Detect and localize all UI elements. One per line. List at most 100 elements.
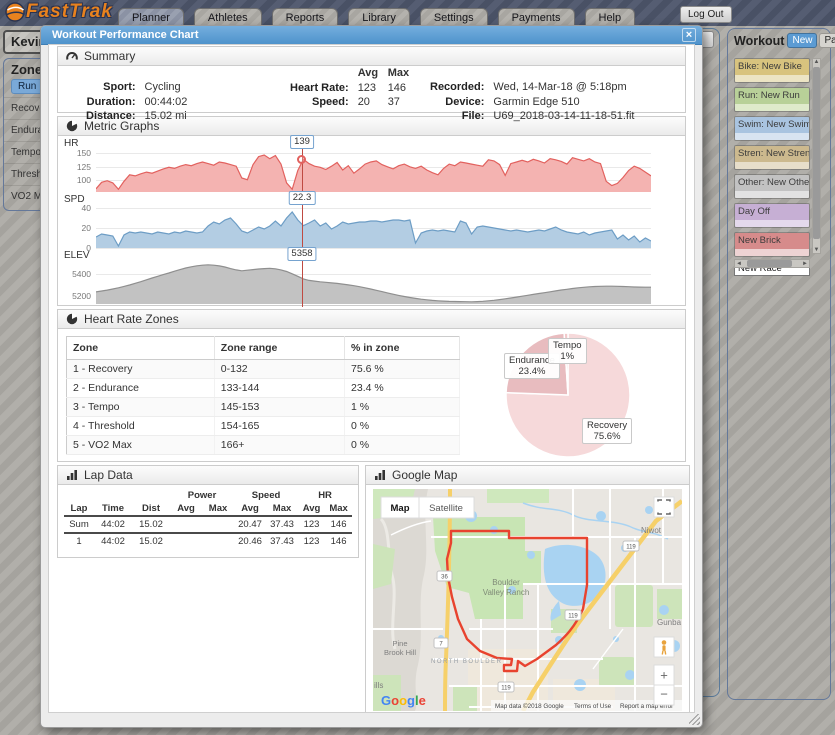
scrollbar-thumb[interactable] [747,260,792,267]
workout-card-label: Run: New Run [735,88,809,104]
map-canvas[interactable]: 36 7 119 119 [373,489,682,711]
workout-card-body [735,133,809,140]
workout-card[interactable]: Day Off [734,203,810,228]
summary-mid-column: AvgMaxHeart Rate:123146Speed:2037 [290,67,418,111]
workout-card-label: Stren: New Stren [735,146,809,162]
svg-text:Map: Map [391,503,410,514]
spd-plot-area[interactable]: 22.3 [96,204,651,248]
column-header: Dist [132,502,170,516]
route-shield-36: 36 [437,571,452,581]
workout-card-body [735,104,809,111]
cursor-line [302,260,303,307]
zones-tab-run[interactable]: Run [11,79,43,94]
dialog-titlebar[interactable]: Workout Performance Chart × [41,26,702,45]
scroll-right-icon[interactable]: ► [802,260,808,268]
workout-card[interactable]: Bike: New Bike [734,58,810,83]
workout-tab-past[interactable]: Past [819,33,835,48]
summary-body: Sport:CyclingDuration:00:44:02Distance:1… [58,66,685,112]
elev-chart[interactable]: ELEV520054005358 [58,251,685,305]
tick-label: 40 [58,203,91,213]
group-header: Power [170,489,234,502]
column-header: Max [202,502,234,516]
zoom-in-button[interactable]: + [654,665,674,685]
logout-button[interactable]: Log Out [680,6,732,23]
tick-label: 150 [58,148,91,158]
workout-card[interactable]: Other: New Other [734,174,810,199]
workout-vertical-scrollbar[interactable]: ▲ ▼ [812,58,821,254]
workout-panel: Workout NewPast Bike: New BikeRun: New R… [727,28,831,700]
workout-card[interactable]: Stren: New Stren [734,145,810,170]
summary-title: Summary [84,49,135,63]
hr-zones-header: Heart Rate Zones [58,310,685,329]
table-row: 1 - Recovery0-13275.6 % [67,360,460,379]
column-header: Zone [67,337,215,360]
hr-chart[interactable]: HR100125150139 [58,139,685,193]
resize-handle[interactable] [689,714,700,725]
y-axis-ticks: 02040 [58,204,91,248]
svg-text:−: − [660,687,668,702]
pie-label-pct: 75.6% [587,431,627,442]
workout-card[interactable]: Run: New Run [734,87,810,112]
workout-card-label: Day Off [735,204,809,220]
cursor-tooltip: 139 [290,135,314,149]
lap-data-section: Lap Data PowerSpeedHRLapTimeDistAvgMaxAv… [57,465,359,558]
spd-chart[interactable]: SPD0204022.3 [58,195,685,249]
column-header: Time [94,502,132,516]
route-shield-119: 119 [498,682,514,692]
workout-tab-new[interactable]: New [787,33,817,48]
pegman-button[interactable] [654,637,674,657]
google-map-title: Google Map [392,468,457,482]
map-label-ranch2: Valley Ranch [483,588,530,597]
hr-plot-area[interactable]: 139 [96,148,651,192]
column-header: Max [325,502,352,516]
satellite-type-button[interactable]: Satellite [419,497,474,518]
map-label-brookhill: Brook Hill [384,648,416,657]
fullscreen-button[interactable] [654,497,674,517]
scrollbar-thumb[interactable] [813,67,820,239]
scroll-up-icon[interactable]: ▲ [813,59,820,65]
workout-tabs: NewPast [787,33,835,48]
column-header: % in zone [345,337,460,360]
map-type-button[interactable]: Map [381,497,419,518]
workout-card-body [735,75,809,82]
tick-label: 125 [58,162,91,172]
tick-label: 20 [58,223,91,233]
scroll-left-icon[interactable]: ◄ [736,260,742,268]
elev-plot-area[interactable]: 5358 [96,260,651,304]
map-label-north-boulder: NORTH BOULDER [431,659,502,665]
hr-zones-body: ZoneZone range% in zone 1 - Recovery0-13… [58,329,685,461]
workout-card-body [735,220,809,227]
pie-chart-icon [66,120,78,132]
workout-card[interactable]: Swim: New Swim [734,116,810,141]
svg-text:Satellite: Satellite [429,503,463,514]
google-map-section: Google Map [365,465,690,713]
map-terms-link[interactable]: Terms of Use [574,703,612,710]
bar-chart-icon [66,469,78,481]
table-row: 4 - Threshold154-1650 % [67,417,460,436]
workout-performance-dialog: Workout Performance Chart × Summary Spor… [40,25,703,728]
pie-chart-icon [66,313,78,325]
map-label-ranch: Boulder [492,578,520,587]
gauge-icon [66,50,78,62]
route-shield-7: 7 [434,638,448,648]
map-label-niwot: Niwot [641,526,662,535]
hr-zones-title: Heart Rate Zones [84,312,179,326]
zoom-out-button[interactable]: − [654,685,674,705]
map-label-pine: Pine [392,639,407,648]
table-row: 2 - Endurance133-14423.4 % [67,379,460,398]
summary-right-column: Recorded:Wed, 14-Mar-18 @ 5:18pmDevice:G… [430,81,634,125]
bar-chart-icon [374,469,386,481]
scroll-down-icon[interactable]: ▼ [813,247,820,253]
route-shield-119: 119 [565,610,581,620]
map-label-foothills: ills [374,681,383,690]
map-attribution: Map data ©2018 Google [495,702,564,710]
column-header: Zone range [214,337,344,360]
workout-card-label: Bike: New Bike [735,59,809,75]
workout-title: Workout [734,34,784,48]
workout-horizontal-scrollbar[interactable]: ◄ ► [734,259,810,268]
close-icon[interactable]: × [682,28,696,42]
workout-card-body [735,191,809,198]
gridline [96,248,651,249]
workout-card[interactable]: New Brick [734,232,810,257]
brand-name: FastTrak [26,1,113,23]
